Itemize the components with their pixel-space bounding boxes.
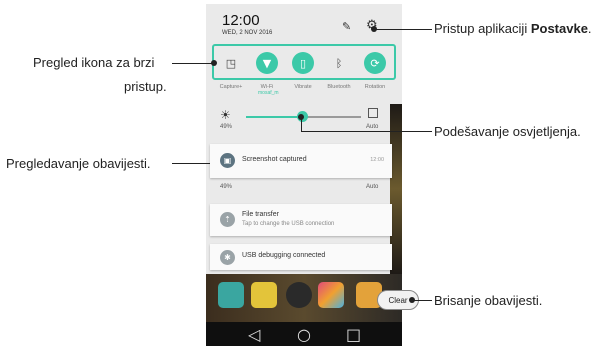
- status-date: WED, 2 NOV 2016: [222, 30, 273, 36]
- callout-dot: [409, 297, 415, 303]
- auto-brightness-checkbox[interactable]: [368, 108, 378, 118]
- notification-panel: 12:00 WED, 2 NOV 2016 ✎ ⚙ ◳ ▼ ▯ ᛒ ⟳ Capt…: [206, 4, 402, 346]
- callout-clear: Brisanje obavijesti.: [434, 293, 543, 308]
- notification-time: 12:00: [370, 157, 384, 163]
- quick-setting-label: Bluetooth: [327, 84, 351, 90]
- vibrate-icon[interactable]: ▯: [292, 52, 314, 74]
- notification-title: File transfer: [242, 211, 279, 218]
- notification-usb-debugging[interactable]: ✱ USB debugging connected: [210, 244, 392, 270]
- brightness-percent: 49%: [220, 124, 233, 130]
- callout-dot: [211, 60, 217, 66]
- edit-pencil-icon[interactable]: ✎: [342, 20, 351, 33]
- callout-settings: Pristup aplikaciji Postavke.: [434, 21, 592, 36]
- phone-app-icon[interactable]: [218, 282, 244, 308]
- status-clock: 12:00: [222, 12, 260, 29]
- quick-setting-label: Rotation: [364, 84, 386, 90]
- callout-dot: [298, 114, 304, 120]
- brightness-icon: ☀: [220, 108, 231, 122]
- callout-notifications: Pregledavanje obavijesti.: [6, 156, 151, 171]
- android-icon: ✱: [220, 250, 235, 265]
- callout-line: [412, 300, 432, 301]
- quick-setting-label: Vibrate: [294, 84, 312, 90]
- callout-brightness: Podešavanje osvjetljenja.: [434, 124, 581, 139]
- auto-brightness-label: Auto: [366, 124, 379, 130]
- gallery-app-icon[interactable]: [318, 282, 344, 308]
- image-icon: ▣: [220, 153, 235, 168]
- callout-line: [301, 131, 432, 132]
- notification-file-transfer[interactable]: ⇡ File transfer Tap to change the USB co…: [210, 204, 392, 236]
- usb-icon: ⇡: [220, 212, 235, 227]
- quick-settings-row: ◳ ▼ ▯ ᛒ ⟳ Capture+ Wi-Fi Vibrate Bluetoo…: [210, 44, 396, 96]
- quick-setting-label: Capture+: [219, 84, 243, 90]
- back-icon[interactable]: ◁: [248, 326, 260, 344]
- phone-screen: 12:00 WED, 2 NOV 2016 ✎ ⚙ ◳ ▼ ▯ ᛒ ⟳ Capt…: [206, 4, 402, 346]
- notification-subtitle: Tap to change the USB connection: [242, 221, 335, 227]
- messages-app-icon[interactable]: [251, 282, 277, 308]
- wifi-network-name: mosaf_m: [258, 90, 279, 96]
- callout-line: [172, 63, 214, 64]
- rotation-icon[interactable]: ⟳: [364, 52, 386, 74]
- callout-quick-line1: Pregled ikona za brzi: [33, 55, 155, 70]
- home-icon[interactable]: ○: [297, 326, 311, 344]
- callout-quick-line2: pristup.: [124, 79, 167, 94]
- notification-title: USB debugging connected: [242, 252, 326, 259]
- recents-icon[interactable]: □: [346, 326, 361, 344]
- callout-dot: [371, 26, 377, 32]
- capture-plus-icon[interactable]: ◳: [220, 52, 242, 74]
- callout-line: [172, 163, 214, 164]
- notification-screenshot[interactable]: ▣ Screenshot captured 12:00: [210, 144, 392, 178]
- brightness-track[interactable]: [302, 116, 361, 118]
- overlap-percent: 49%: [220, 184, 233, 190]
- bluetooth-icon[interactable]: ᛒ: [328, 52, 350, 74]
- camera-app-icon[interactable]: [286, 282, 312, 308]
- brightness-track-filled[interactable]: [246, 116, 303, 118]
- overlap-auto: Auto: [366, 184, 379, 190]
- notification-title: Screenshot captured: [242, 156, 307, 163]
- callout-line: [374, 29, 432, 30]
- wifi-icon[interactable]: ▼: [256, 52, 278, 74]
